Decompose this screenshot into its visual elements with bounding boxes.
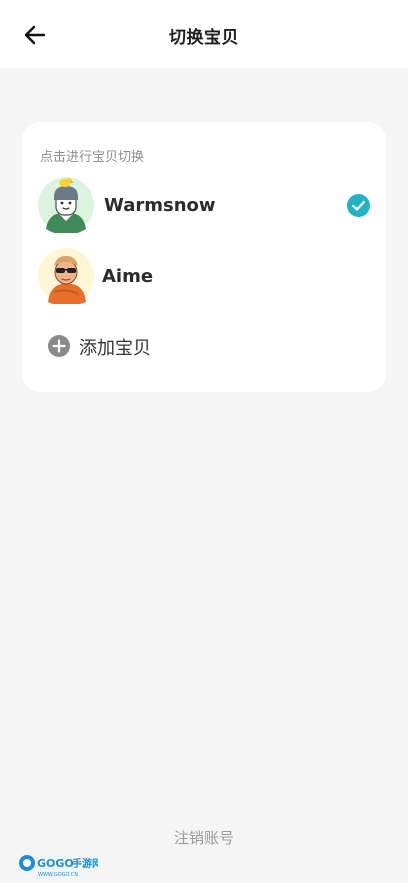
baby-item-aime[interactable]: Aime xyxy=(22,246,386,308)
plus-circle-icon xyxy=(48,335,70,357)
page-title: 切换宝贝 xyxy=(169,28,239,48)
gogo-watermark-logo: GOGO 手游网 WWW.GOGO.CN xyxy=(19,855,98,878)
sunglasses-avatar xyxy=(38,248,94,304)
svg-text:WWW.GOGO.CN: WWW.GOGO.CN xyxy=(38,872,78,878)
baby-name: Aime xyxy=(102,266,154,287)
add-baby-label: 添加宝贝 xyxy=(79,338,151,359)
top-bar: 切换宝贝 xyxy=(0,0,408,68)
svg-text:手游网: 手游网 xyxy=(72,857,98,870)
svg-text:GOGO: GOGO xyxy=(37,857,74,870)
boy-with-chick-avatar xyxy=(38,177,94,233)
baby-item-warmsnow[interactable]: Warmsnow xyxy=(22,175,386,237)
baby-name: Warmsnow xyxy=(104,195,216,216)
check-circle-icon xyxy=(347,194,370,217)
deregister-account-link[interactable]: 注销账号 xyxy=(0,827,408,848)
add-baby-button[interactable]: 添加宝贝 xyxy=(22,328,386,364)
baby-switch-card: 点击进行宝贝切换 Warmsnow Aime 添加宝贝 xyxy=(22,122,386,392)
switch-hint: 点击进行宝贝切换 xyxy=(40,150,145,165)
